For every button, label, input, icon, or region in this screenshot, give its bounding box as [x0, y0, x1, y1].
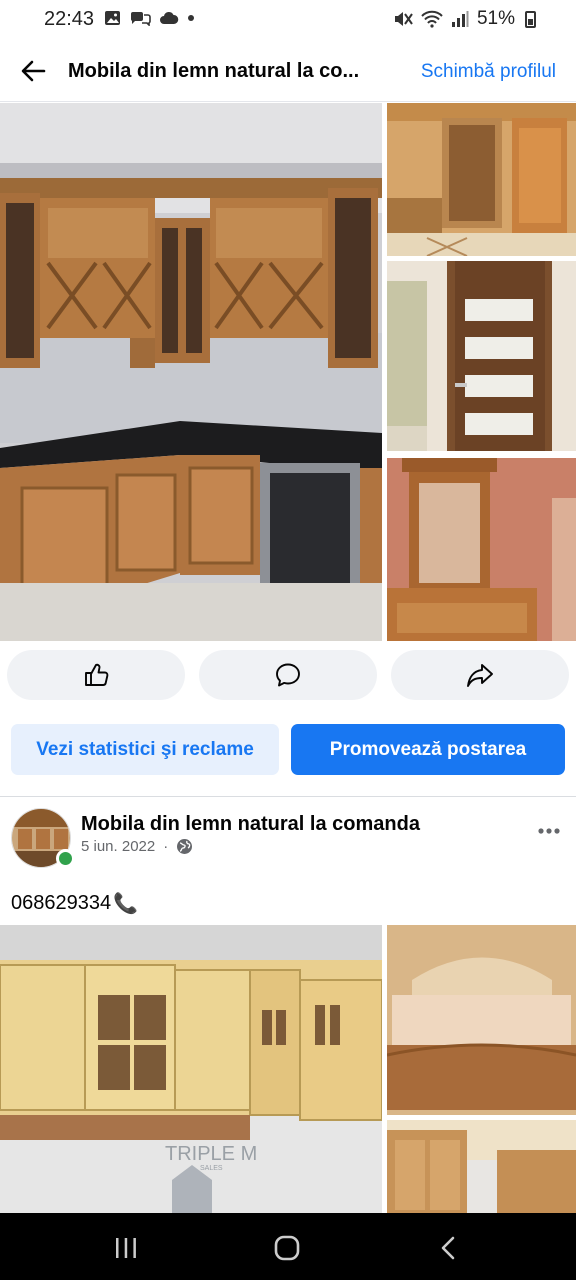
chat-icon [130, 12, 151, 26]
kitchen-cabinets-illustration [0, 103, 382, 641]
post-date[interactable]: 5 iun. 2022 [81, 838, 155, 855]
post-text: 068629334 📞 [11, 891, 138, 916]
mute-icon [394, 12, 413, 26]
system-nav-bar [0, 1213, 576, 1280]
bed-illustration [387, 925, 576, 1115]
recent-apps-button[interactable] [106, 1233, 146, 1263]
globe-icon [177, 839, 193, 854]
status-time: 22:43 [44, 8, 95, 30]
pine-cabinets-illustration: TRIPLE M SALES [0, 925, 382, 1213]
like-button[interactable] [7, 650, 185, 700]
post-author-name[interactable]: Mobila din lemn natural la comanda [81, 813, 420, 836]
hallway-furniture-photo[interactable] [387, 103, 576, 256]
comment-button[interactable] [199, 650, 377, 700]
pine-cabinets-photo[interactable]: TRIPLE M SALES [0, 925, 382, 1213]
page-avatar[interactable] [11, 808, 75, 868]
back-arrow-icon[interactable] [18, 56, 48, 86]
battery-icon [525, 10, 536, 28]
status-left-icons [104, 10, 195, 26]
post-actions-row [0, 650, 576, 702]
status-right: 51% [393, 8, 536, 30]
meta-separator: · [163, 838, 169, 855]
watermark-text: TRIPLE M [165, 1143, 257, 1165]
comment-icon [276, 663, 300, 687]
home-button[interactable] [267, 1233, 307, 1263]
phone-number: 068629334 [11, 892, 112, 914]
wardrobe-illustration [387, 1120, 576, 1213]
second-post-photo-grid: TRIPLE M SALES [0, 925, 576, 1213]
door-illustration [387, 261, 576, 451]
signal-icon [451, 11, 469, 27]
telephone-emoji: 📞 [113, 893, 139, 915]
status-bar: 22:43 51% [0, 0, 576, 40]
thumbs-up-icon [85, 663, 109, 686]
watermark-subtext: SALES [200, 1165, 223, 1172]
dot-icon [188, 15, 194, 21]
top-app-bar: Mobila din lemn natural la co... Schimbă… [0, 40, 576, 102]
hallway-illustration [387, 103, 576, 256]
share-icon [467, 664, 493, 687]
online-status-dot [56, 849, 75, 868]
battery-percent: 51% [476, 8, 515, 29]
boost-post-button[interactable]: Promovează postarea [291, 724, 565, 775]
cloud-icon [160, 11, 179, 24]
change-profile-link[interactable]: Schimbă profilul [421, 61, 556, 83]
kitchen-cabinets-photo[interactable] [0, 103, 382, 641]
wooden-door-photo[interactable] [387, 261, 576, 451]
recent-apps-icon [116, 1238, 136, 1258]
share-button[interactable] [391, 650, 569, 700]
wardrobe-photo[interactable] [387, 1120, 576, 1213]
dressing-table-illustration [387, 458, 576, 641]
more-options-icon[interactable] [536, 818, 562, 844]
bed-photo[interactable] [387, 925, 576, 1115]
dressing-table-photo[interactable] [387, 458, 576, 641]
post-meta: 5 iun. 2022 · [81, 838, 193, 855]
back-nav-icon [441, 1236, 455, 1260]
page-title: Mobila din lemn natural la co... [68, 60, 360, 82]
view-insights-button[interactable]: Vezi statistici şi reclame [11, 724, 279, 775]
post-photo-grid [0, 103, 576, 643]
wifi-icon [421, 10, 443, 28]
system-back-button[interactable] [428, 1233, 468, 1263]
gallery-icon [105, 11, 120, 25]
home-icon [274, 1235, 300, 1261]
post-separator [0, 796, 576, 797]
